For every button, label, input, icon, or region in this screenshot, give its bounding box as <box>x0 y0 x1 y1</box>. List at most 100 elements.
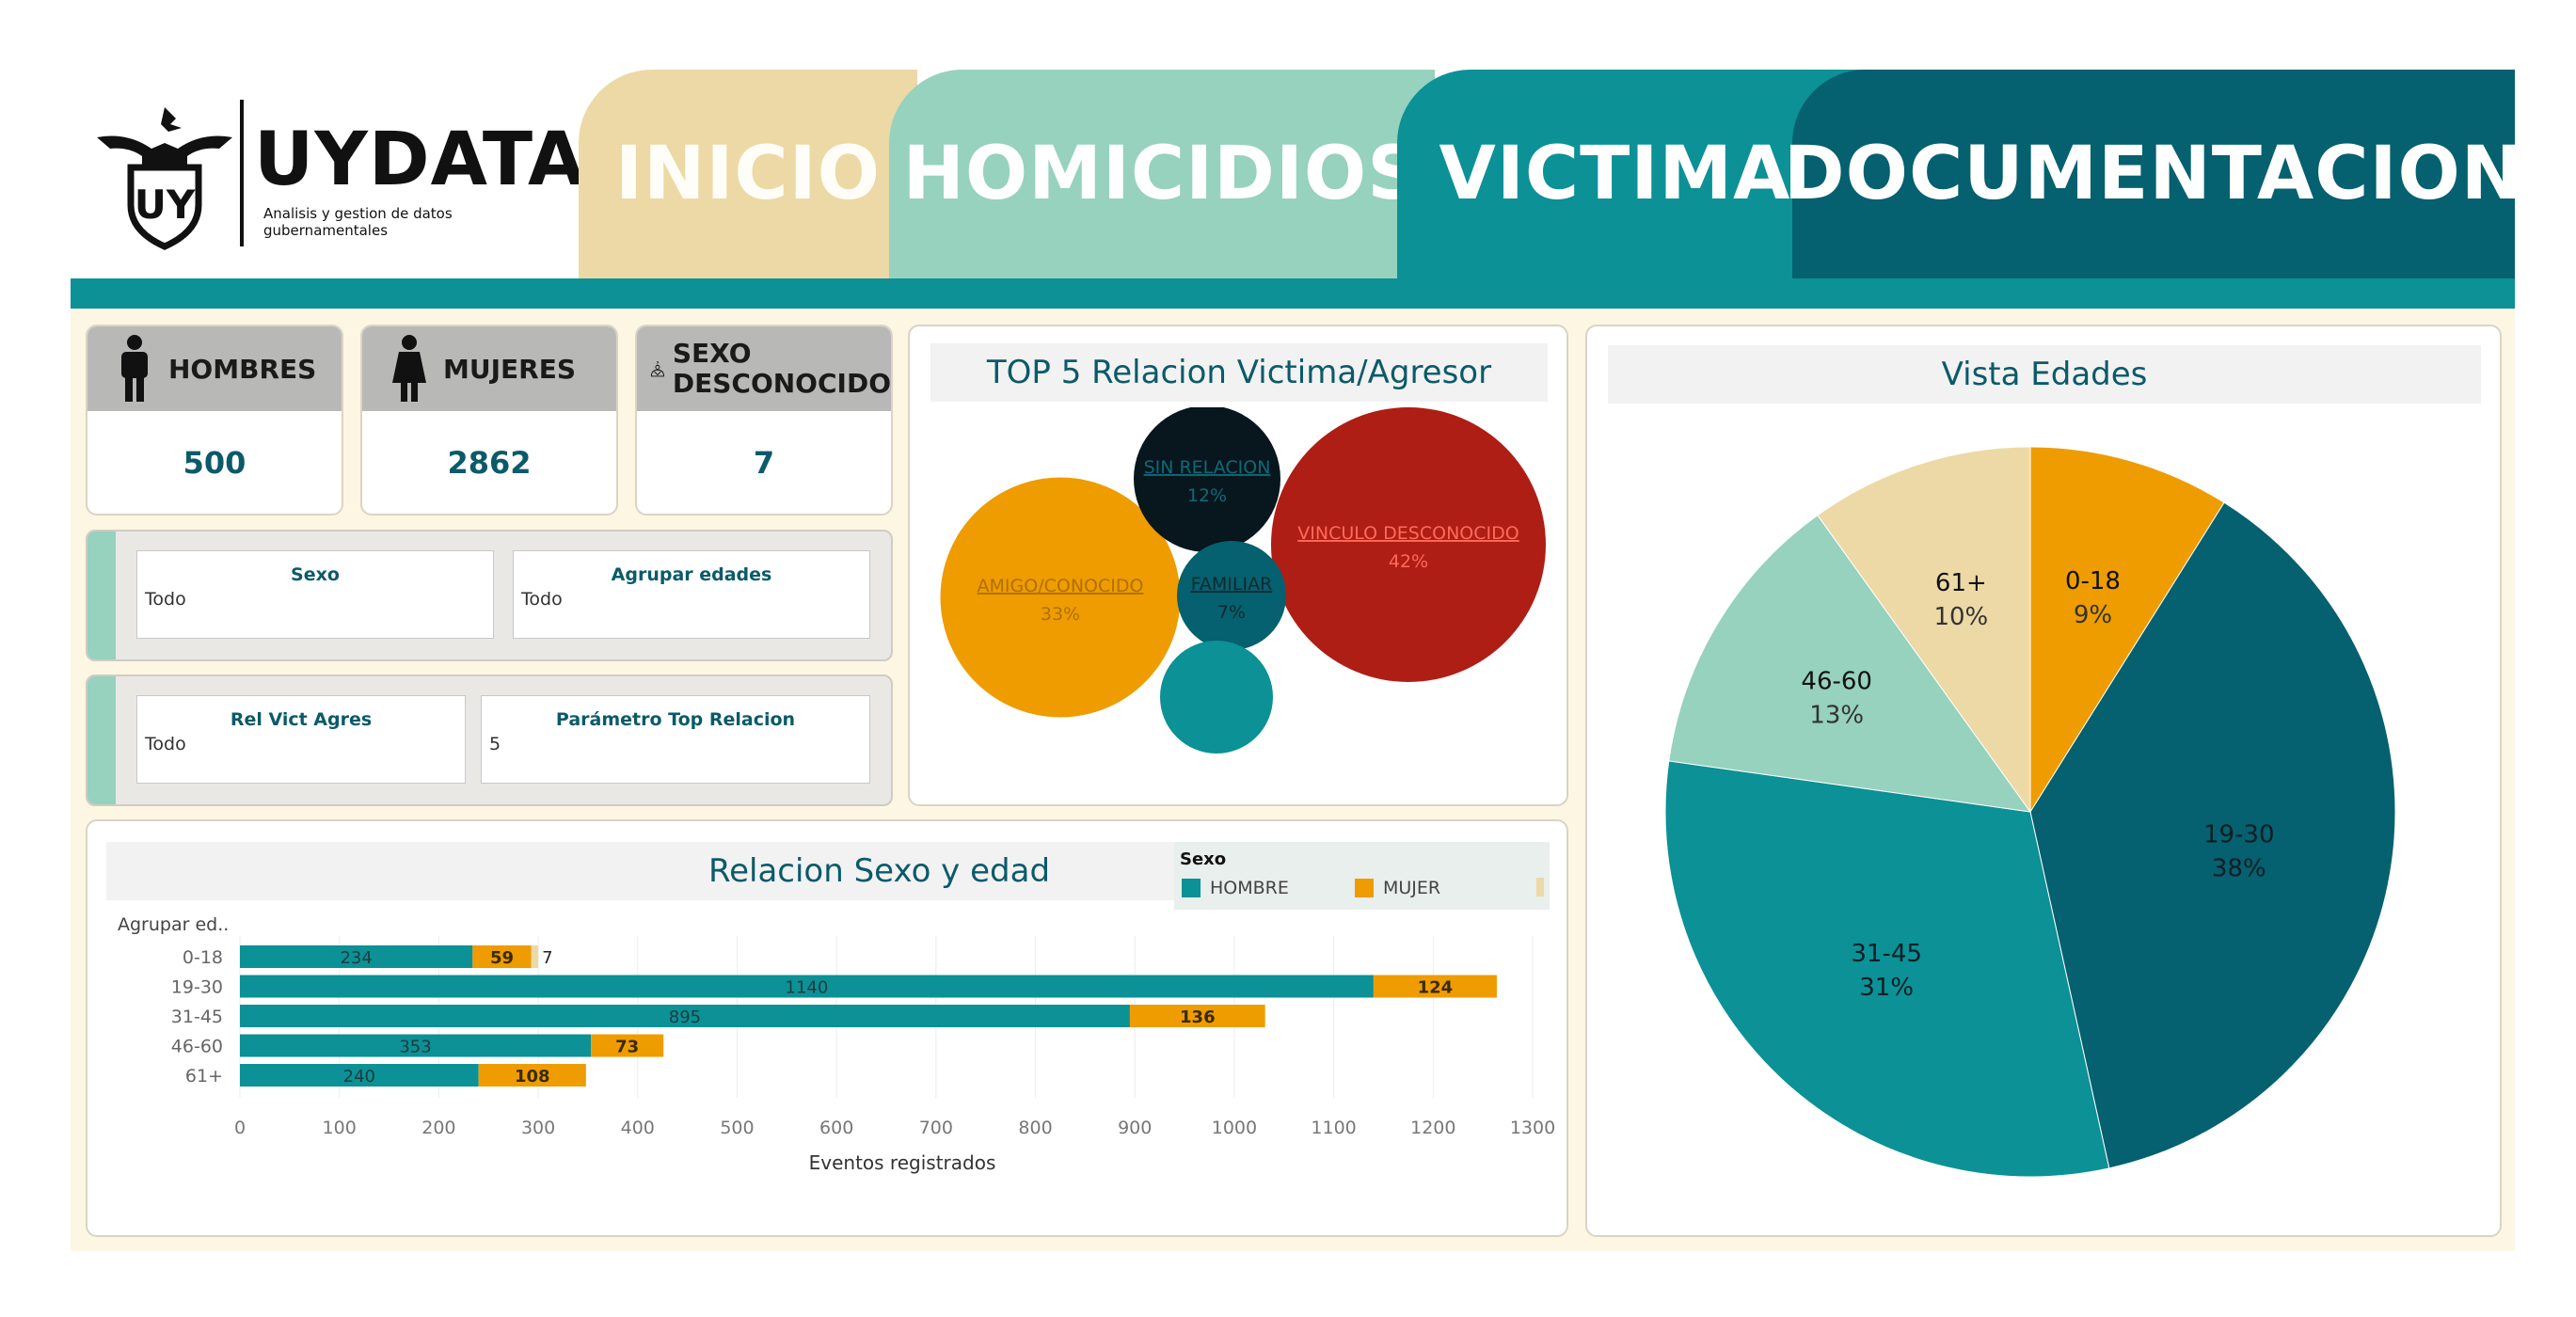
kpi-mujeres-value: 2862 <box>447 444 532 481</box>
header-strip <box>71 278 2515 309</box>
kpi-desconocido: ? SEXO DESCONOCIDO 7 <box>635 325 893 516</box>
filter-rel-vict-agres[interactable]: Rel Vict Agres Todo <box>136 695 466 784</box>
x-tick-4: 400 <box>621 1118 655 1138</box>
kpi-hombres: HOMBRES 500 <box>86 325 343 516</box>
filter-group-1-accent <box>87 532 116 659</box>
filter-group-2-accent <box>87 676 116 804</box>
kpi-desconocido-label-1: SEXO <box>672 338 752 369</box>
filter-param-value: 5 <box>489 734 501 754</box>
bar-chart: 0 100 200 300 400 500 600 700 800 900 1000 1100 1200… <box>118 914 1555 1174</box>
nav-bar: INICIO HOMICIDIOS VICTIMAS DOCUMENTACION <box>71 70 2522 278</box>
bubble-pct-0: 42% <box>1389 551 1428 572</box>
kpi-desconocido-value: 7 <box>753 444 775 481</box>
x-tick-13: 1300 <box>1510 1118 1555 1138</box>
pie-pct-4: 10% <box>1933 603 1988 631</box>
kpi-desconocido-label-2: DESCONOCIDO <box>672 368 891 399</box>
bar-label-1-0: 59 <box>490 948 514 968</box>
kpi-mujeres-label: MUJERES <box>443 353 576 385</box>
bubble-2[interactable] <box>1134 407 1280 552</box>
category-label-0: 0-18 <box>183 947 223 968</box>
bar-legend: Sexo HOMBRE MUJER <box>1174 842 1550 910</box>
filter-sexo-title: Sexo <box>291 564 340 585</box>
legend-label-hombre: HOMBRE <box>1210 878 1289 898</box>
bar-label-0-3: 353 <box>399 1038 431 1057</box>
filter-sexo-value: Todo <box>145 589 186 610</box>
category-axis-label: Agrupar ed.. <box>118 914 229 935</box>
bar-legend-title: Sexo <box>1180 849 1227 869</box>
x-tick-10: 1000 <box>1212 1118 1257 1138</box>
pie-label-0: 0-18 <box>2065 567 2121 595</box>
kpi-mujeres: MUJERES 2862 <box>360 325 618 516</box>
tab-inicio[interactable]: INICIO <box>579 70 917 278</box>
woman-icon <box>392 335 426 402</box>
bubble-4[interactable] <box>1160 641 1273 754</box>
category-label-1: 19-30 <box>171 977 223 998</box>
x-tick-11: 1100 <box>1311 1118 1356 1138</box>
x-tick-5: 500 <box>720 1118 754 1138</box>
bar-label-0-1: 1140 <box>786 978 829 998</box>
legend-item-mujer[interactable]: MUJER <box>1355 878 1440 898</box>
tab-homicidios[interactable]: HOMICIDIOS <box>889 70 1435 278</box>
bar-2-0[interactable] <box>531 945 539 968</box>
pie-pct-0: 9% <box>2074 601 2112 629</box>
kpi-hombres-value: 500 <box>183 444 246 481</box>
bubble-pct-2: 12% <box>1187 485 1227 506</box>
unknown-person-icon: ? <box>650 361 664 377</box>
category-label-4: 61+ <box>185 1066 223 1087</box>
bubble-0[interactable] <box>1271 407 1546 682</box>
x-tick-3: 300 <box>521 1118 555 1138</box>
pie-label-1: 19-30 <box>2203 820 2275 849</box>
bubble-chart-panel: TOP 5 Relacion Victima/Agresor VINCULO D… <box>908 325 1568 806</box>
pie-chart-title: Vista Edades <box>1608 345 2481 404</box>
legend-item-hombre[interactable]: HOMBRE <box>1182 878 1289 898</box>
bar-chart-panel: Relacion Sexo y edad Sexo HOMBRE MUJER 0… <box>86 819 1568 1237</box>
filter-relvict-title: Rel Vict Agres <box>230 709 373 730</box>
pie-label-3: 46-60 <box>1801 667 1872 695</box>
bubble-chart: VINCULO DESCONOCIDO 42% AMIGO/CONOCIDO 33% S… <box>940 407 1546 754</box>
filter-agrupar-edades[interactable]: Agrupar edades Todo <box>513 550 870 639</box>
x-tick-2: 200 <box>421 1118 455 1138</box>
legend-swatch-mujer <box>1355 879 1374 897</box>
tab-documentacion-label: DOCUMENTACION <box>1783 132 2524 216</box>
x-tick-1: 100 <box>323 1118 357 1138</box>
filter-agrupar-title: Agrupar edades <box>611 564 772 585</box>
bubble-label-2: SIN RELACION <box>1144 457 1271 478</box>
filter-group-1: Sexo Todo Agrupar edades Todo <box>86 530 893 661</box>
legend-swatch-hombre <box>1182 879 1201 897</box>
bar-label-2-0: 7 <box>542 948 552 968</box>
filter-sexo[interactable]: Sexo Todo <box>136 550 494 639</box>
filter-relvict-value: Todo <box>145 734 186 754</box>
x-tick-6: 600 <box>819 1118 853 1138</box>
bubble-pct-3: 7% <box>1217 602 1246 623</box>
man-icon <box>121 335 148 402</box>
bubble-label-1: AMIGO/CONOCIDO <box>978 576 1144 596</box>
bubble-3[interactable] <box>1177 541 1286 650</box>
pie-pct-1: 38% <box>2212 854 2266 882</box>
bar-label-1-3: 73 <box>615 1038 639 1057</box>
kpi-hombres-label: HOMBRES <box>168 353 317 385</box>
tab-documentacion[interactable]: DOCUMENTACION <box>1784 70 2522 278</box>
x-axis-label: Eventos registrados <box>809 1151 996 1174</box>
x-tick-8: 800 <box>1018 1118 1052 1138</box>
bar-label-0-0: 234 <box>340 948 372 968</box>
x-tick-0: 0 <box>234 1118 246 1138</box>
legend-label-mujer: MUJER <box>1383 878 1441 898</box>
kpi-mujeres-header: MUJERES <box>362 326 616 411</box>
legend-swatch-unknown <box>1536 878 1544 897</box>
filter-agrupar-value: Todo <box>521 589 563 610</box>
pie-chart-panel: Vista Edades 0-18 9% 19-30 38% 31-45 31% 46-60… <box>1585 325 2502 1237</box>
x-tick-9: 900 <box>1118 1118 1152 1138</box>
pie-pct-2: 31% <box>1859 974 1914 1002</box>
kpi-hombres-header: HOMBRES <box>87 326 342 411</box>
tab-homicidios-label: HOMICIDIOS <box>902 132 1422 216</box>
pie-chart: 0-18 9% 19-30 38% 31-45 31% 46-60 13% 61+ 10% <box>1664 446 2396 1178</box>
category-label-2: 31-45 <box>171 1007 223 1027</box>
x-tick-7: 700 <box>919 1118 953 1138</box>
filter-group-2: Rel Vict Agres Todo Parámetro Top Relaci… <box>86 674 893 806</box>
filter-parametro-top[interactable]: Parámetro Top Relacion 5 <box>481 695 870 784</box>
pie-label-4: 61+ <box>1935 569 1987 597</box>
x-tick-12: 1200 <box>1410 1118 1455 1138</box>
bubble-pct-1: 33% <box>1041 604 1080 625</box>
pie-label-2: 31-45 <box>1851 940 1922 968</box>
bar-label-0-4: 240 <box>343 1067 375 1087</box>
